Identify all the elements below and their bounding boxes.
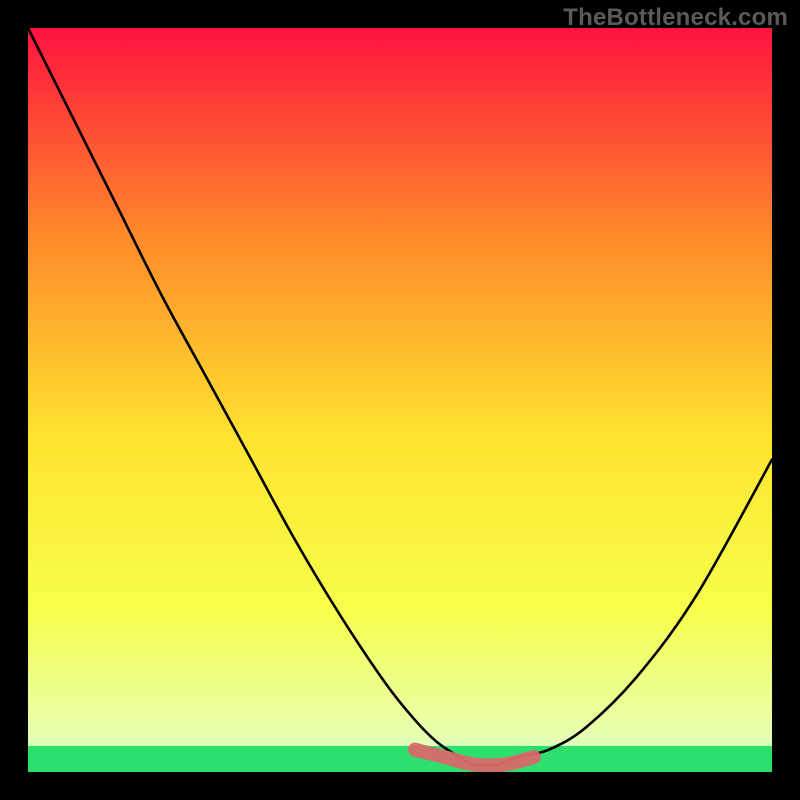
bottom-green-band (28, 746, 772, 772)
gradient-background (28, 28, 772, 772)
plot-area (28, 28, 772, 772)
watermark-text: TheBottleneck.com (563, 4, 788, 32)
chart-svg (28, 28, 772, 772)
chart-frame: TheBottleneck.com (0, 0, 800, 800)
